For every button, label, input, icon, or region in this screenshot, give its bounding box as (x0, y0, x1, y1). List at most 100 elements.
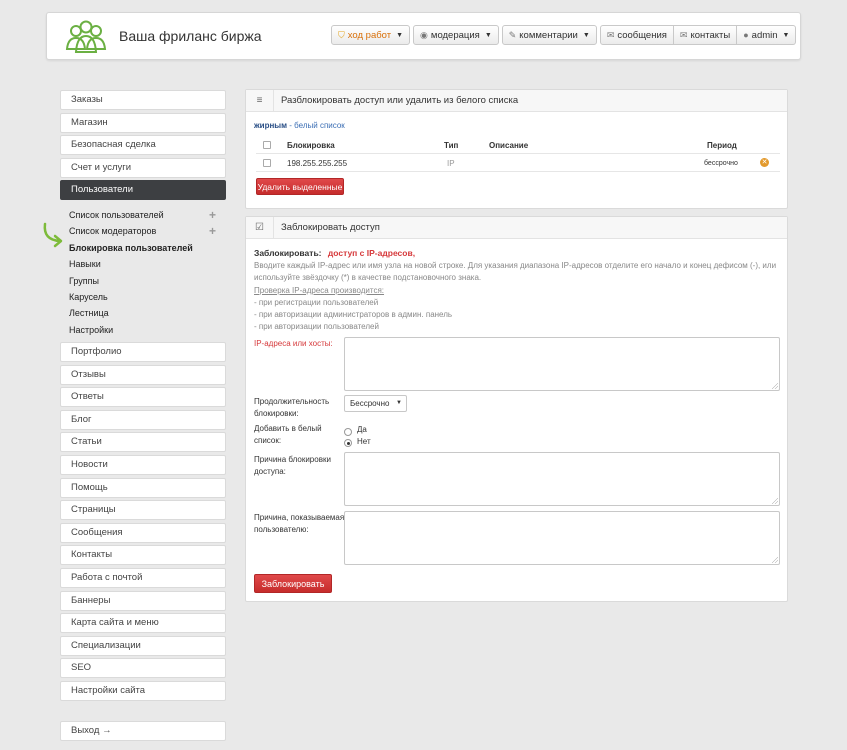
sidebar-item-answers[interactable]: Ответы (60, 387, 226, 408)
sidebar: Заказы Магазин Безопасная сделка Счет и … (60, 90, 226, 744)
contacts-icon: ✉ (679, 29, 688, 40)
comments-menu-button[interactable]: ✎ комментарии ▼ (501, 25, 597, 45)
eye-icon: ◉ (420, 29, 428, 40)
sidebar-item-contacts[interactable]: Контакты (60, 545, 226, 566)
table-row: 198.255.255.255 IP бессрочно ✕ (256, 154, 780, 172)
logout-button[interactable]: Выход → (60, 721, 226, 741)
contacts-button[interactable]: ✉ контакты (673, 25, 738, 45)
block-label: Заблокировать: (254, 248, 322, 258)
chevron-down-icon: ▼ (484, 31, 492, 39)
site-title[interactable]: Ваша фриланс биржа (119, 28, 262, 44)
blocked-table: Блокировка Тип Описание Период 198.255.2… (256, 136, 780, 172)
submenu-item-moderator-list[interactable]: Список модераторов + (60, 223, 226, 239)
reason-label: Причина блокировки доступа: (254, 454, 331, 477)
submenu-item-skills[interactable]: Навыки (60, 256, 226, 272)
submenu-item-user-list[interactable]: Список пользователей + (60, 207, 226, 223)
user-reason-textarea[interactable] (344, 511, 780, 565)
submenu-item-ladder[interactable]: Лестница (60, 305, 226, 321)
submenu-item-settings[interactable]: Настройки (60, 322, 226, 338)
sidebar-item-mail[interactable]: Работа с почтой (60, 568, 226, 589)
progress-menu-button[interactable]: ⛉ ход работ ▼ (331, 25, 411, 45)
user-reason-label: Причина, показываемая пользователю: (254, 512, 344, 535)
row-checkbox[interactable] (263, 159, 271, 167)
duration-value: Бессрочно (350, 399, 390, 408)
sidebar-item-help[interactable]: Помощь (60, 477, 226, 498)
column-type: Тип (444, 141, 459, 150)
sidebar-item-messages[interactable]: Сообщения (60, 522, 226, 543)
sidebar-item-reviews[interactable]: Отзывы (60, 364, 226, 385)
submenu-item-carousel[interactable]: Карусель (60, 289, 226, 305)
whitelist-label-line: Добавить в белый (254, 424, 322, 433)
sidebar-item-specializations[interactable]: Специализации (60, 635, 226, 656)
sidebar-item-seo[interactable]: SEO (60, 658, 226, 679)
row-type: IP (447, 159, 455, 168)
sidebar-item-articles[interactable]: Статьи (60, 432, 226, 453)
check-title: Проверка IP-адреса производится: (254, 285, 385, 295)
sidebar-item-banners[interactable]: Баннеры (60, 590, 226, 611)
block-target: Заблокировать: доступ с IP-адресов, (254, 248, 415, 258)
delete-icon[interactable]: ✕ (760, 158, 769, 167)
help-text: Вводите каждый IP-адрес или имя узла на … (254, 260, 776, 334)
sidebar-item-blog[interactable]: Блог (60, 409, 226, 430)
reason-label-line: доступа: (254, 466, 286, 476)
sidebar-item-portfolio[interactable]: Портфолио (60, 342, 226, 363)
moderation-menu-button[interactable]: ◉ модерация ▼ (413, 25, 499, 45)
sidebar-item-users[interactable]: Пользователи (60, 180, 226, 201)
user-icon: ● (743, 30, 749, 40)
row-block: 198.255.255.255 (287, 159, 348, 168)
panel-header: ≡ Разблокировать доступ или удалить из б… (246, 89, 787, 112)
chevron-down-icon: ▼ (782, 31, 790, 39)
sidebar-item-pages[interactable]: Страницы (60, 500, 226, 521)
submenu-item-user-blocking[interactable]: Блокировка пользователей (60, 240, 226, 256)
submenu-item-groups[interactable]: Группы (60, 273, 226, 289)
admin-menu-label: admin (751, 29, 778, 41)
sidebar-item-safe-deal[interactable]: Безопасная сделка (60, 135, 226, 156)
header: Ваша фриланс биржа ⛉ ход работ ▼ ◉ модер… (46, 12, 801, 60)
plus-icon[interactable]: + (209, 207, 216, 223)
whitelist-label: Добавить в белый список: (254, 423, 322, 446)
chevron-down-icon: ▼ (396, 400, 402, 406)
ip-label: IP-адреса или хосты: (254, 339, 333, 348)
select-all-checkbox[interactable] (263, 141, 271, 149)
whitelist-no-label: Нет (357, 437, 371, 446)
sidebar-item-sitemap[interactable]: Карта сайта и меню (60, 613, 226, 634)
sidebar-item-shop[interactable]: Магазин (60, 112, 226, 133)
check-item: - при регистрации пользователей (254, 297, 379, 307)
messages-button[interactable]: ✉ сообщения (599, 25, 674, 45)
table-header: Блокировка Тип Описание Период (256, 136, 780, 154)
duration-select[interactable]: Бессрочно ▼ (344, 395, 407, 412)
block-submit-button[interactable]: Заблокировать (254, 574, 332, 593)
list-icon: ≡ (246, 89, 274, 112)
panel-header: ☑ Заблокировать доступ (246, 216, 787, 239)
plus-icon[interactable]: + (209, 223, 216, 239)
column-period: Период (707, 141, 737, 150)
duration-label-line: Продолжительность (254, 397, 330, 406)
column-description: Описание (489, 141, 529, 150)
panel-title: Заблокировать доступ (281, 222, 380, 233)
users-submenu: Список пользователей + Список модераторо… (60, 203, 226, 342)
sidebar-item-orders[interactable]: Заказы (60, 90, 226, 110)
ip-hosts-textarea[interactable] (344, 337, 780, 391)
shield-icon: ⛉ (338, 29, 345, 40)
admin-menu-button[interactable]: ● admin ▼ (737, 25, 797, 45)
comments-menu-label: комментарии (519, 29, 578, 41)
user-reason-label-line: пользователю: (254, 524, 309, 534)
sidebar-item-news[interactable]: Новости (60, 455, 226, 476)
column-block: Блокировка (287, 141, 335, 150)
delete-selected-button[interactable]: Удалить выделенные (256, 178, 344, 195)
green-arrow-icon (43, 222, 63, 248)
envelope-icon: ✉ (606, 29, 615, 40)
reason-label-line: Причина блокировки (254, 455, 331, 464)
sidebar-item-site-settings[interactable]: Настройки сайта (60, 681, 226, 701)
progress-menu-label: ход работ (347, 29, 392, 41)
whitelist-no-radio[interactable] (344, 439, 352, 447)
contacts-label: контакты (690, 29, 731, 41)
row-period: бессрочно (704, 160, 738, 167)
whitelist-label-line: список: (254, 435, 282, 445)
whitelist-yes-radio[interactable] (344, 428, 352, 436)
pencil-icon: ✎ (508, 29, 517, 40)
top-navigation: ⛉ ход работ ▼ ◉ модерация ▼ ✎ комментари… (331, 25, 799, 45)
unblock-panel: ≡ Разблокировать доступ или удалить из б… (245, 89, 788, 209)
block-reason-textarea[interactable] (344, 452, 780, 506)
sidebar-item-billing[interactable]: Счет и услуги (60, 157, 226, 178)
